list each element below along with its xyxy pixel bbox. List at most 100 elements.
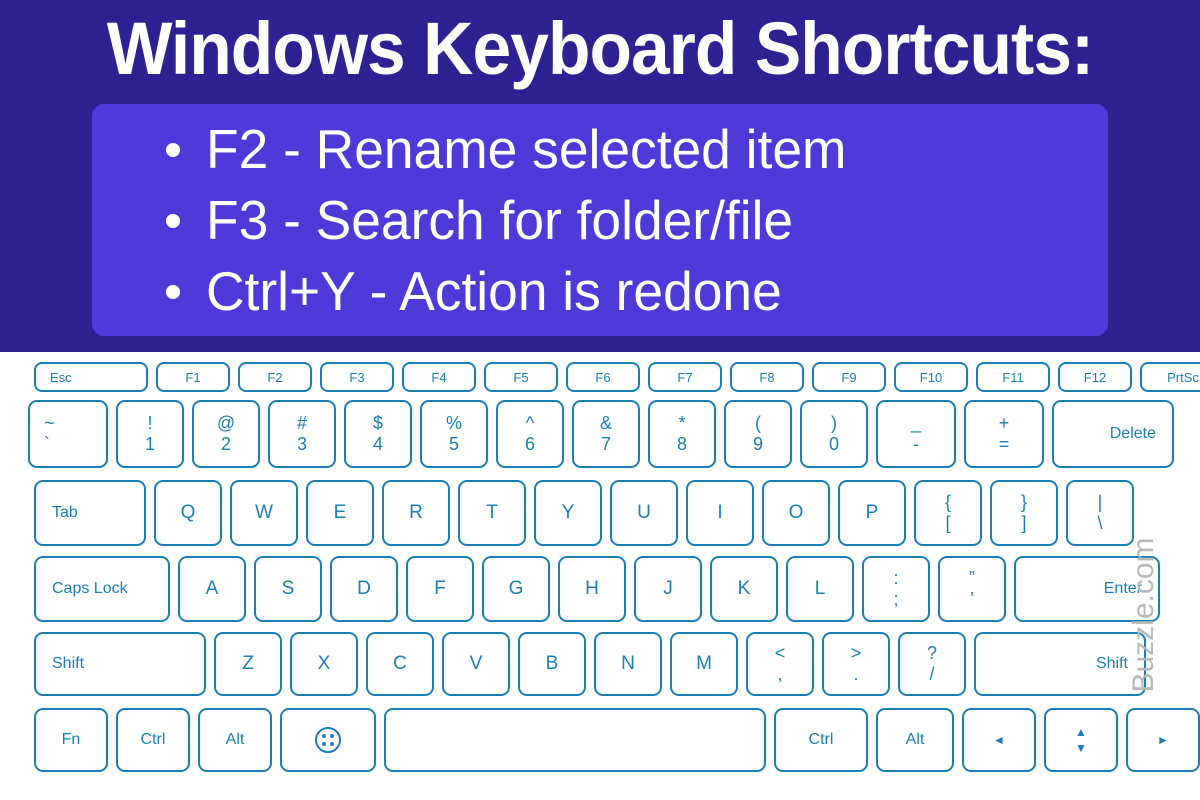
key-delete[interactable]: Delete bbox=[1052, 400, 1174, 468]
key-label: U bbox=[637, 502, 651, 523]
key-fn[interactable]: Fn bbox=[34, 708, 108, 772]
windows-dots-icon bbox=[315, 727, 341, 753]
key-lower-label: \ bbox=[1097, 513, 1103, 533]
key-label: F8 bbox=[759, 369, 775, 385]
key-7[interactable]: & 7 bbox=[572, 400, 640, 468]
key-8[interactable]: * 8 bbox=[648, 400, 716, 468]
key-upper-label: : bbox=[893, 568, 899, 588]
key-label: T bbox=[486, 502, 498, 523]
key-minus[interactable]: _ - bbox=[876, 400, 956, 468]
key-bracket-left[interactable]: { [ bbox=[914, 480, 982, 546]
key-c[interactable]: C bbox=[366, 632, 434, 696]
key-label: E bbox=[333, 502, 347, 523]
key-e[interactable]: E bbox=[306, 480, 374, 546]
key-lower-label: . bbox=[853, 664, 859, 684]
key-backslash[interactable]: | \ bbox=[1066, 480, 1134, 546]
key-ctrl-right[interactable]: Ctrl bbox=[774, 708, 868, 772]
key-alt-left[interactable]: Alt bbox=[198, 708, 272, 772]
key-tab[interactable]: Tab bbox=[34, 480, 146, 546]
key-windows[interactable] bbox=[280, 708, 376, 772]
key-period[interactable]: > . bbox=[822, 632, 890, 696]
key-label: Fn bbox=[61, 731, 81, 748]
key-label: F6 bbox=[595, 369, 611, 385]
key-f9[interactable]: F9 bbox=[812, 362, 886, 392]
key-caps-lock[interactable]: Caps Lock bbox=[34, 556, 170, 622]
key-f1[interactable]: F1 bbox=[156, 362, 230, 392]
key-f5[interactable]: F5 bbox=[484, 362, 558, 392]
key-label: Q bbox=[180, 502, 196, 523]
key-5[interactable]: % 5 bbox=[420, 400, 488, 468]
key-esc[interactable]: Esc bbox=[34, 362, 148, 392]
key-0[interactable]: ) 0 bbox=[800, 400, 868, 468]
key-comma[interactable]: < , bbox=[746, 632, 814, 696]
key-arrow-left[interactable]: ◄ bbox=[962, 708, 1036, 772]
key-v[interactable]: V bbox=[442, 632, 510, 696]
key-alt-right[interactable]: Alt bbox=[876, 708, 954, 772]
key-i[interactable]: I bbox=[686, 480, 754, 546]
key-q[interactable]: Q bbox=[154, 480, 222, 546]
key-1[interactable]: ! 1 bbox=[116, 400, 184, 468]
key-semicolon[interactable]: : ; bbox=[862, 556, 930, 622]
key-u[interactable]: U bbox=[610, 480, 678, 546]
key-f7[interactable]: F7 bbox=[648, 362, 722, 392]
key-arrow-up-down[interactable]: ▲ ▼ bbox=[1044, 708, 1118, 772]
key-lower-label: 5 bbox=[448, 434, 459, 454]
key-4[interactable]: $ 4 bbox=[344, 400, 412, 468]
key-6[interactable]: ^ 6 bbox=[496, 400, 564, 468]
key-label: N bbox=[621, 653, 635, 674]
key-shift-left[interactable]: Shift bbox=[34, 632, 206, 696]
key-t[interactable]: T bbox=[458, 480, 526, 546]
key-f3[interactable]: F3 bbox=[320, 362, 394, 392]
key-x[interactable]: X bbox=[290, 632, 358, 696]
key-b[interactable]: B bbox=[518, 632, 586, 696]
key-f[interactable]: F bbox=[406, 556, 474, 622]
key-f2[interactable]: F2 bbox=[238, 362, 312, 392]
key-upper-label: { bbox=[944, 492, 951, 512]
key-spacebar[interactable] bbox=[384, 708, 766, 772]
key-prtsc[interactable]: PrtSc bbox=[1140, 362, 1200, 392]
key-k[interactable]: K bbox=[710, 556, 778, 622]
key-f6[interactable]: F6 bbox=[566, 362, 640, 392]
key-p[interactable]: P bbox=[838, 480, 906, 546]
key-g[interactable]: G bbox=[482, 556, 550, 622]
key-l[interactable]: L bbox=[786, 556, 854, 622]
key-shift-right[interactable]: Shift bbox=[974, 632, 1146, 696]
key-a[interactable]: A bbox=[178, 556, 246, 622]
key-s[interactable]: S bbox=[254, 556, 322, 622]
key-lower-label: ` bbox=[44, 434, 50, 454]
key-o[interactable]: O bbox=[762, 480, 830, 546]
key-f11[interactable]: F11 bbox=[976, 362, 1050, 392]
key-backtick[interactable]: ~ ` bbox=[28, 400, 108, 468]
key-label: C bbox=[393, 653, 407, 674]
key-f4[interactable]: F4 bbox=[402, 362, 476, 392]
key-lower-label: 3 bbox=[296, 434, 307, 454]
key-arrow-right[interactable]: ► bbox=[1126, 708, 1200, 772]
key-y[interactable]: Y bbox=[534, 480, 602, 546]
key-f8[interactable]: F8 bbox=[730, 362, 804, 392]
key-3[interactable]: # 3 bbox=[268, 400, 336, 468]
key-2[interactable]: @ 2 bbox=[192, 400, 260, 468]
key-m[interactable]: M bbox=[670, 632, 738, 696]
key-slash[interactable]: ? / bbox=[898, 632, 966, 696]
key-j[interactable]: J bbox=[634, 556, 702, 622]
key-label: A bbox=[205, 578, 219, 599]
key-f10[interactable]: F10 bbox=[894, 362, 968, 392]
key-f12[interactable]: F12 bbox=[1058, 362, 1132, 392]
key-9[interactable]: ( 9 bbox=[724, 400, 792, 468]
key-z[interactable]: Z bbox=[214, 632, 282, 696]
key-r[interactable]: R bbox=[382, 480, 450, 546]
key-h[interactable]: H bbox=[558, 556, 626, 622]
key-ctrl-left[interactable]: Ctrl bbox=[116, 708, 190, 772]
key-bracket-right[interactable]: } ] bbox=[990, 480, 1058, 546]
key-quote[interactable]: ” ’ bbox=[938, 556, 1006, 622]
key-d[interactable]: D bbox=[330, 556, 398, 622]
keyboard-row-function: Esc F1 F2 F3 F4 F5 F6 F7 F8 F9 F10 F11 F… bbox=[34, 362, 1200, 392]
key-n[interactable]: N bbox=[594, 632, 662, 696]
key-upper-label: ^ bbox=[525, 413, 535, 433]
key-w[interactable]: W bbox=[230, 480, 298, 546]
key-label: Delete bbox=[1109, 425, 1156, 442]
key-equals[interactable]: + = bbox=[964, 400, 1044, 468]
key-upper-label: @ bbox=[216, 413, 236, 433]
keyboard-row-qwerty: Tab Q W E R T Y U I O P {[}] | \ bbox=[34, 480, 1134, 546]
key-label: Z bbox=[242, 653, 254, 674]
